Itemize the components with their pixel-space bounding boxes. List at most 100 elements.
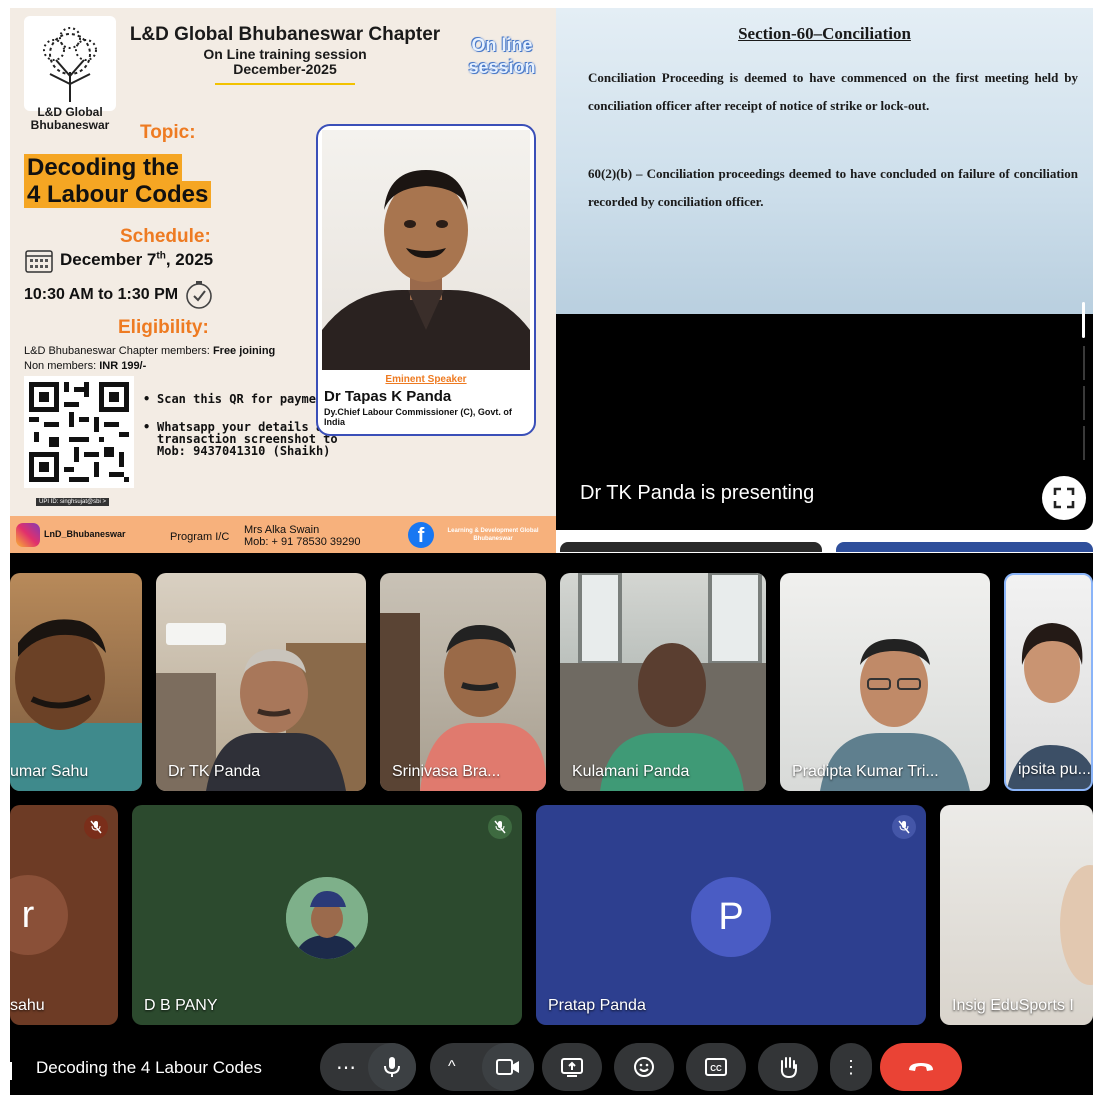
org-logo (24, 16, 116, 111)
poster-footer: LnD_Bhubaneswar Program I/C Mrs Alka Swa… (10, 516, 556, 553)
mic-off-icon (90, 820, 102, 834)
participant-tile[interactable]: Kulamani Panda (560, 573, 766, 791)
eligibility-members: L&D Bhubaneswar Chapter members: Free jo… (24, 345, 276, 357)
camera-icon (496, 1059, 519, 1075)
participant-name: Pratap Panda (548, 997, 646, 1014)
session-month: December-2025 (233, 61, 337, 77)
participant-name: ipsita pu... (1018, 761, 1091, 778)
mic-off-icon (494, 820, 506, 834)
participant-name: sahu (10, 997, 45, 1014)
participant-tile[interactable]: Srinivasa Bra... (380, 573, 546, 791)
eligibility-label: Eligibility: (118, 317, 209, 338)
facebook-icon: f (408, 522, 434, 548)
topic-title: Decoding the 4 Labour Codes (24, 154, 212, 208)
svg-text:CC: CC (710, 1064, 722, 1073)
camera-options-button[interactable]: ^ (448, 1058, 456, 1076)
emoji-button[interactable] (614, 1043, 674, 1091)
tab-strip-right (836, 542, 1093, 552)
slide-title: Section-60–Conciliation (738, 24, 911, 43)
participant-name: Dr TK Panda (168, 763, 261, 780)
speaker-name: Dr Tapas K Panda (324, 388, 452, 405)
presentation-tile[interactable]: Section-60–Conciliation Conciliation Pro… (556, 8, 1093, 530)
camera-group: ^ (430, 1043, 534, 1091)
speaker-card: Eminent Speaker Dr Tapas K Panda Dy.Chie… (316, 124, 536, 436)
instagram-handle: LnD_Bhubaneswar (44, 529, 126, 539)
time-text: 10:30 AM to 1:30 PM (24, 286, 179, 303)
participant-tile[interactable]: umar Sahu (10, 573, 142, 791)
topic-line-1: Decoding the (24, 154, 183, 181)
topic-label: Topic: (140, 122, 196, 143)
shared-slide: Section-60–Conciliation Conciliation Pro… (556, 8, 1093, 314)
online-session-tag: On line session (468, 35, 536, 77)
participant-tile[interactable]: Pradipta Kumar Tri... (780, 573, 990, 791)
topic-line-2: 4 Labour Codes (24, 181, 212, 208)
facebook-page: Learning & Development Global Bhubaneswa… (447, 528, 539, 542)
mic-off-indicator (892, 815, 916, 839)
scroll-track-3 (1083, 426, 1085, 460)
upi-id: UPI ID: singhsujat@sbi > (36, 498, 109, 506)
speaker-title: Dy.Chief Labour Commissioner (C), Govt. … (324, 407, 512, 427)
raise-hand-icon (780, 1057, 797, 1079)
mic-off-indicator (84, 815, 108, 839)
more-options-button[interactable]: ⋯ (336, 1055, 356, 1080)
participant-tile[interactable]: D B PANY (132, 805, 522, 1025)
participant-tile[interactable]: P Pratap Panda (536, 805, 926, 1025)
participant-tile[interactable]: r sahu (10, 805, 118, 1025)
meeting-title: Decoding the 4 Labour Codes (36, 1058, 262, 1077)
mic-off-icon (898, 820, 910, 834)
fullscreen-button[interactable] (1042, 476, 1086, 520)
emoji-icon (634, 1057, 654, 1077)
more-actions-button[interactable]: ⋮ (830, 1043, 872, 1091)
present-screen-icon (561, 1058, 583, 1077)
date-main: December 7 (60, 250, 157, 269)
program-contact: Mrs Alka Swain Mob: + 91 78530 39290 (244, 524, 361, 548)
mic-off-indicator (488, 815, 512, 839)
raise-hand-button[interactable] (758, 1043, 818, 1091)
scroll-track-2 (1083, 386, 1085, 420)
scroll-track-1 (1083, 346, 1085, 380)
participant-tile[interactable]: Insig EduSports I (940, 805, 1093, 1025)
speaker-photo (322, 130, 530, 370)
slide-paragraph-1: Conciliation Proceeding is deemed to hav… (588, 70, 1078, 113)
scroll-indicator (1082, 302, 1085, 338)
microphone-button[interactable] (368, 1043, 416, 1091)
participant-name: Pradipta Kumar Tri... (792, 763, 939, 780)
participant-avatar: P (691, 877, 771, 957)
mic-group: ⋯ (320, 1043, 416, 1091)
session-type: On Line training session (203, 46, 367, 62)
participant-name: umar Sahu (10, 763, 89, 780)
camera-button[interactable] (482, 1043, 534, 1091)
event-poster: L&D Global Bhubaneswar L&D Global Bhuban… (10, 8, 556, 553)
participant-name: D B PANY (144, 997, 218, 1014)
presenting-label: Dr TK Panda is presenting (580, 482, 815, 504)
participant-avatar: r (10, 875, 68, 955)
schedule-date: December 7th, 2025 (24, 246, 213, 274)
instagram-icon (16, 523, 40, 547)
speaker-caption: Eminent Speaker (385, 374, 467, 385)
eligibility-non-members: Non members: INR 199/- (24, 360, 147, 372)
participants-grid: umar Sahu Dr TK Panda Srinivasa Bra... K… (10, 553, 1093, 1095)
end-call-button[interactable] (880, 1043, 962, 1091)
date-year: , 2025 (165, 250, 214, 269)
logo-caption: L&D Global Bhubaneswar (30, 105, 110, 132)
participant-name: Insig EduSports I (952, 997, 1074, 1014)
captions-icon: CC (705, 1058, 727, 1076)
captions-button[interactable]: CC (686, 1043, 746, 1091)
participant-tile-active[interactable]: ipsita pu... (1004, 573, 1093, 791)
tab-strip-left (560, 542, 822, 552)
participant-name: Srinivasa Bra... (392, 763, 501, 780)
end-call-icon (909, 1063, 933, 1071)
slide-paragraph-2: 60(2)(b) – Conciliation proceedings deem… (588, 166, 1078, 209)
microphone-icon (384, 1057, 400, 1077)
date-suffix: th (156, 250, 166, 262)
payment-qr-code (24, 376, 134, 488)
presentation-tabs (556, 537, 1093, 552)
toolbar-separator (10, 1062, 12, 1080)
program-label: Program I/C (170, 531, 230, 543)
participant-tile[interactable]: Dr TK Panda (156, 573, 366, 791)
clock-icon (186, 281, 212, 309)
fullscreen-icon (1053, 487, 1075, 509)
participant-avatar (286, 877, 368, 959)
present-screen-button[interactable] (542, 1043, 602, 1091)
org-title: L&D Global Bhubaneswar Chapter (129, 24, 441, 45)
